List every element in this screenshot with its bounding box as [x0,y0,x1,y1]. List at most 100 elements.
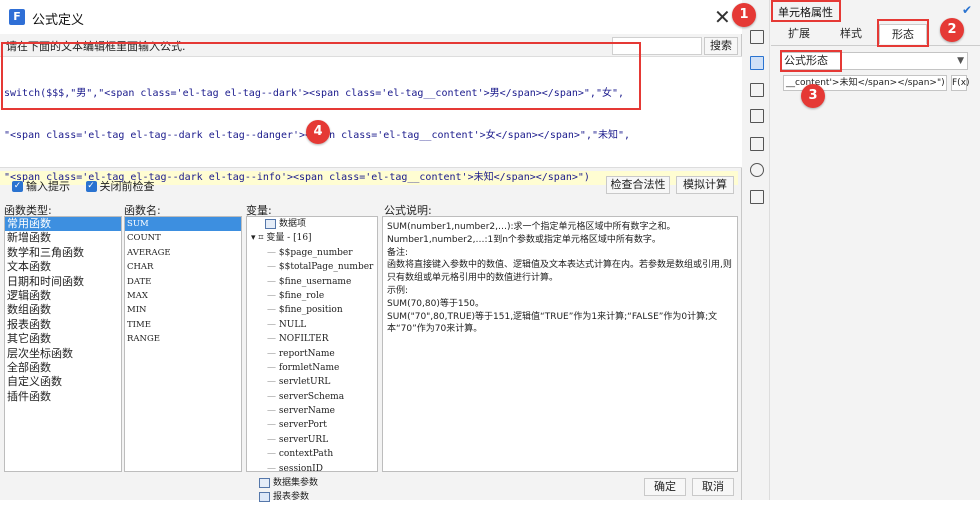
description-line: SUM(number1,number2,…):求一个指定单元格区域中所有数字之和… [387,222,676,232]
callout-badge-3: 3 [801,84,825,108]
tree-branch: — [267,276,279,287]
ok-button[interactable]: 确定 [644,478,686,496]
func-name-list: SUM COUNT AVERAGE CHAR DATE MAX MIN TIME RANGE [124,216,242,472]
close-check-checkbox[interactable]: ✓ [85,180,97,192]
variable-item[interactable]: — $fine_role [247,289,377,303]
tree-branch: — [267,305,279,316]
func-name-item[interactable]: DATE [125,275,241,289]
tree-variable-group[interactable]: ▾ ⌗ 变量 - [16] [247,231,377,245]
func-name-item[interactable]: MAX [125,289,241,303]
dialog-titlebar: F 公式定义 ✕ [0,0,742,34]
stack-tool-icon[interactable] [750,137,764,151]
dialog-title: 公式定义 [32,13,85,28]
func-type-item[interactable]: 常用函数 [5,217,121,232]
func-type-item[interactable]: 新增函数 [5,231,121,245]
func-type-item[interactable]: 报表函数 [5,318,121,332]
frame-tool-icon[interactable] [750,109,764,123]
variable-label: formletName [278,362,340,373]
func-name-item[interactable]: MIN [125,303,241,317]
func-type-item[interactable]: 日期和时间函数 [5,275,121,289]
func-type-item[interactable]: 其它函数 [5,332,121,346]
editor-options: ✓ 输入提示 ✓ 关闭前检查 [12,178,167,194]
func-type-item[interactable]: 插件函数 [5,390,121,404]
input-hint-checkbox[interactable]: ✓ [12,180,23,192]
func-name-item[interactable]: SUM [125,217,241,232]
variable-item[interactable]: — servletURL [247,375,377,389]
variable-item[interactable]: — formletName [247,361,377,375]
variable-item[interactable]: — $fine_position [247,303,377,317]
variable-label: contextPath [278,449,334,460]
func-name-item[interactable]: CHAR [125,260,241,274]
search-button[interactable]: 搜索 [704,37,738,55]
cell-attr-tool-icon[interactable] [750,30,764,44]
tree-branch: — [267,449,279,460]
func-type-item[interactable]: 层次坐标函数 [5,347,121,361]
func-name-item[interactable]: TIME [125,318,241,332]
func-type-item[interactable]: 全部函数 [5,361,121,375]
variable-label: $fine_role [278,290,325,301]
highlight-box-4 [1,42,641,110]
tree-branch: — [267,434,279,445]
func-type-item[interactable]: 文本函数 [5,260,121,274]
element-tool-icon[interactable] [750,83,764,97]
variable-item[interactable]: — $$page_number [247,246,377,260]
callout-badge-1: 1 [732,3,756,27]
func-type-item[interactable]: 数学和三角函数 [5,246,121,260]
func-type-item[interactable]: 逻辑函数 [5,289,121,303]
widget-tool-icon[interactable] [750,56,764,70]
variable-tree: 数据项 ▾ ⌗ 变量 - [16] — $$page_number — $$tot… [246,216,378,502]
check-validity-button[interactable]: 检查合法性 [606,176,670,194]
tree-branch: — [267,406,279,417]
tree-branch: — [267,391,279,402]
variable-label: $fine_position [278,305,343,316]
tree-branch: — [267,348,279,359]
tab-expand[interactable]: 扩展 [775,24,823,44]
simulate-button[interactable]: 模拟计算 [676,176,734,194]
description-line: Number1,number2,…:1到n个参数或指定单元格区域中所有数字。 [387,234,661,245]
side-toolstrip [742,0,770,500]
fx-button[interactable]: F(x) [951,75,970,91]
variable-label: NULL [278,319,307,330]
variable-item[interactable]: — serverSchema [247,390,377,404]
chevron-down-icon: ▼ [957,56,964,66]
description-line: 函数将直接键入参数中的数值、逻辑值及文本表达式计算在内。若参数是数组或引用,则只… [387,260,732,284]
func-type-item[interactable]: 数组函数 [5,303,121,317]
variable-item[interactable]: — serverName [247,404,377,418]
variable-item[interactable]: — reportName [247,347,377,361]
variable-item[interactable]: — serverPort [247,418,377,432]
app-logo-icon: F [9,9,25,25]
variable-item[interactable]: — NULL [247,318,377,332]
code-line-2: "<span class='el-tag el-tag--dark el-tag… [4,130,631,141]
link-tool-icon[interactable] [750,163,764,177]
tab-style[interactable]: 样式 [827,24,875,44]
data-item-icon [265,218,276,229]
grid-tool-icon[interactable] [750,190,764,204]
close-icon[interactable]: ✕ [714,5,731,29]
highlight-box-1 [771,0,841,22]
variable-item[interactable]: — $$totalPage_number [247,260,377,274]
collapse-icon[interactable]: ▾ ⌗ [251,233,266,243]
variable-item[interactable]: — sessionID [247,462,377,476]
pin-icon[interactable]: ✔ [962,3,972,17]
tree-data-item[interactable]: 数据项 [247,217,377,231]
tree-branch: — [267,319,279,330]
tree-report-params[interactable]: 报表参数 [247,490,377,504]
variable-label: serverName [278,406,335,417]
variable-item[interactable]: — serverURL [247,433,377,447]
variable-item[interactable]: — contextPath [247,447,377,461]
callout-badge-4: 4 [306,120,330,144]
variable-label: NOFILTER [278,334,329,345]
tree-dataset-params[interactable]: 数据集参数 [247,476,377,490]
cancel-button[interactable]: 取消 [692,478,734,496]
func-name-item[interactable]: AVERAGE [125,246,241,260]
variable-label: $$page_number [278,247,353,258]
description-line: SUM(70,80)等于150。 [387,298,485,309]
variable-item[interactable]: — NOFILTER [247,332,377,346]
description-line: 示例: [387,285,409,296]
func-type-item[interactable]: 自定义函数 [5,375,121,389]
variable-item[interactable]: — $fine_username [247,275,377,289]
func-name-item[interactable]: RANGE [125,332,241,346]
tree-branch: — [267,362,279,373]
variable-label: serverURL [278,434,329,445]
func-name-item[interactable]: COUNT [125,231,241,245]
